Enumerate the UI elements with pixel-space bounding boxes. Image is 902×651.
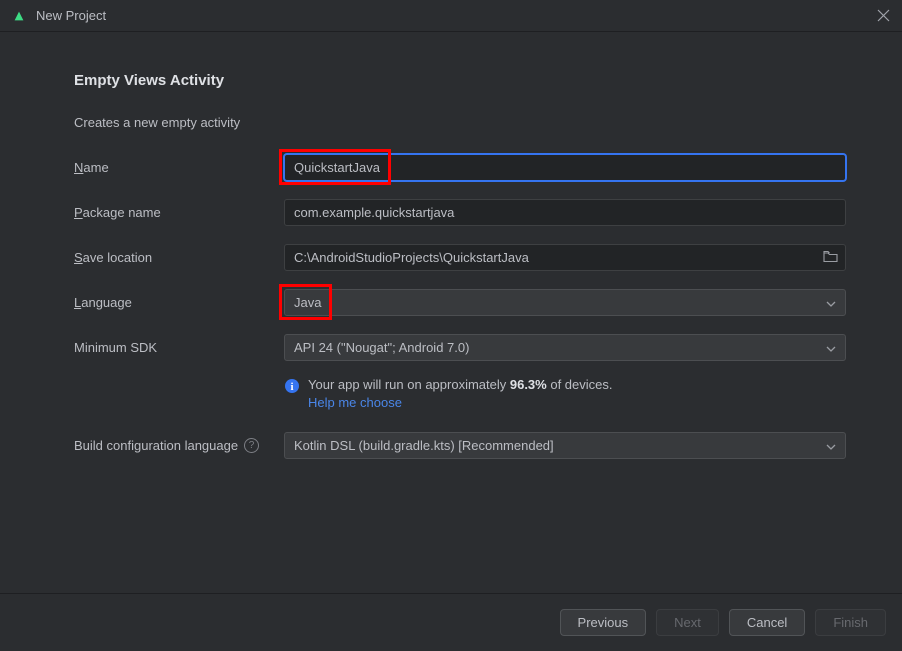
label-build-config: Build configuration language ? <box>74 438 284 453</box>
min-sdk-select[interactable]: API 24 ("Nougat"; Android 7.0) <box>284 334 846 361</box>
titlebar: New Project <box>0 0 902 32</box>
package-input[interactable] <box>284 199 846 226</box>
cancel-button[interactable]: Cancel <box>729 609 805 636</box>
close-icon[interactable] <box>877 9 890 22</box>
row-build-config: Build configuration language ? Kotlin DS… <box>56 432 846 459</box>
window-title: New Project <box>36 8 877 23</box>
row-package: Package name <box>56 199 846 226</box>
help-icon[interactable]: ? <box>244 438 259 453</box>
label-package: Package name <box>74 205 284 220</box>
row-name: Name <box>56 154 846 181</box>
row-language: Language Java <box>56 289 846 316</box>
chevron-down-icon <box>826 295 836 310</box>
info-icon: i <box>284 378 300 397</box>
label-min-sdk: Minimum SDK <box>74 340 284 355</box>
name-input[interactable] <box>284 154 846 181</box>
sdk-hint: i Your app will run on approximately 96.… <box>56 377 846 410</box>
language-value: Java <box>294 295 321 310</box>
min-sdk-value: API 24 ("Nougat"; Android 7.0) <box>294 340 469 355</box>
svg-text:i: i <box>290 381 293 393</box>
language-select[interactable]: Java <box>284 289 846 316</box>
save-location-input[interactable] <box>284 244 846 271</box>
chevron-down-icon <box>826 340 836 355</box>
build-config-select[interactable]: Kotlin DSL (build.gradle.kts) [Recommend… <box>284 432 846 459</box>
hint-text: Your app will run on approximately 96.3%… <box>308 377 613 410</box>
next-button: Next <box>656 609 719 636</box>
label-save-location: Save location <box>74 250 284 265</box>
row-save-location: Save location <box>56 244 846 271</box>
help-me-choose-link[interactable]: Help me choose <box>308 395 613 410</box>
page-subtitle: Creates a new empty activity <box>56 115 846 130</box>
page-title: Empty Views Activity <box>56 72 846 89</box>
android-studio-icon <box>12 9 26 23</box>
dialog-footer: Previous Next Cancel Finish <box>0 593 902 651</box>
row-min-sdk: Minimum SDK API 24 ("Nougat"; Android 7.… <box>56 334 846 361</box>
build-config-value: Kotlin DSL (build.gradle.kts) [Recommend… <box>294 438 554 453</box>
chevron-down-icon <box>826 438 836 453</box>
folder-icon[interactable] <box>823 250 838 265</box>
finish-button: Finish <box>815 609 886 636</box>
previous-button[interactable]: Previous <box>560 609 647 636</box>
label-name: Name <box>74 160 284 175</box>
label-language: Language <box>74 295 284 310</box>
dialog-content: Empty Views Activity Creates a new empty… <box>0 32 902 593</box>
